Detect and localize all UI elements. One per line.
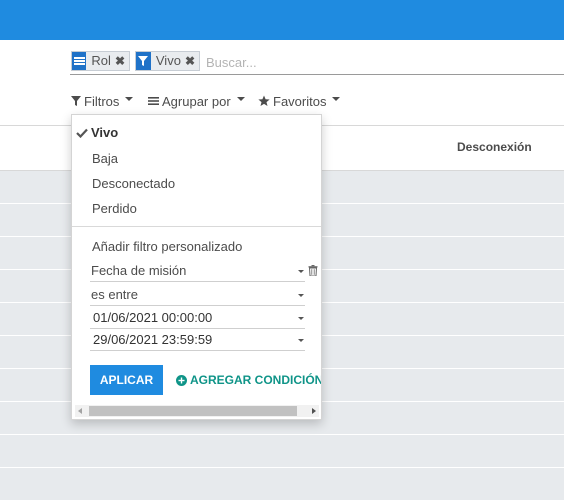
groupby-label: Agrupar por (162, 93, 231, 109)
condition-start-date-value: 01/06/2021 00:00:00 (93, 310, 213, 325)
close-icon[interactable]: ✖ (115, 52, 129, 70)
divider (72, 226, 321, 227)
scrollbar-thumb[interactable] (89, 406, 297, 416)
caret-down-icon (125, 97, 134, 101)
apply-button[interactable]: APLICAR (90, 365, 163, 395)
caret-down-icon (298, 294, 304, 297)
filters-dropdown-menu: Vivo Baja Desconectado Perdido Añadir fi… (71, 114, 322, 420)
scroll-right-icon[interactable] (312, 408, 316, 414)
star-icon (258, 95, 270, 107)
filters-toggle[interactable]: Filtros (71, 92, 134, 110)
column-header-desconexion[interactable]: Desconexión (457, 140, 532, 154)
horizontal-scrollbar[interactable] (75, 405, 319, 417)
facet-rol: Rol ✖ (71, 51, 130, 71)
search-bar: Rol ✖ Vivo ✖ (70, 50, 564, 75)
condition-field-select[interactable]: Fecha de misión (90, 261, 305, 282)
facet-label: Rol (91, 53, 111, 68)
add-custom-filter[interactable]: Añadir filtro personalizado (92, 239, 242, 254)
filter-option-vivo[interactable]: Vivo (76, 125, 118, 140)
table-row[interactable] (0, 468, 564, 501)
condition-end-date-value: 29/06/2021 23:59:59 (93, 332, 213, 347)
facet-vivo: Vivo ✖ (135, 51, 200, 71)
add-condition-button[interactable]: AGREGAR CONDICIÓN (176, 373, 322, 387)
list-icon (72, 52, 87, 70)
list-icon (148, 96, 159, 106)
filters-label: Filtros (84, 93, 120, 109)
top-navbar (0, 0, 564, 40)
condition-operator-select[interactable]: es entre (90, 285, 305, 306)
filter-option-desconectado[interactable]: Desconectado (92, 176, 175, 191)
facet-label: Vivo (155, 53, 181, 68)
scroll-left-icon[interactable] (78, 408, 82, 414)
check-icon (76, 128, 88, 138)
condition-operator-value: es entre (91, 287, 138, 302)
favorites-toggle[interactable]: Favoritos (258, 92, 341, 110)
filter-option-label: Vivo (91, 125, 119, 140)
filter-option-perdido[interactable]: Perdido (92, 201, 137, 216)
close-icon[interactable]: ✖ (185, 52, 199, 70)
favorites-label: Favoritos (273, 93, 327, 109)
trash-icon[interactable] (308, 265, 318, 276)
groupby-toggle[interactable]: Agrupar por (148, 92, 245, 110)
filter-icon (71, 96, 81, 106)
search-input[interactable] (206, 52, 556, 72)
filter-icon (136, 52, 151, 70)
caret-down-icon (332, 97, 341, 101)
caret-down-icon (298, 270, 304, 273)
caret-down-icon (298, 317, 304, 320)
plus-circle-icon (176, 374, 187, 386)
filter-option-baja[interactable]: Baja (92, 151, 118, 166)
table-row[interactable] (0, 435, 564, 468)
condition-end-date-input[interactable]: 29/06/2021 23:59:59 (90, 330, 305, 351)
caret-down-icon (236, 97, 245, 101)
add-condition-label: AGREGAR CONDICIÓN (190, 373, 322, 387)
condition-field-value: Fecha de misión (91, 263, 187, 278)
condition-start-date-input[interactable]: 01/06/2021 00:00:00 (90, 308, 305, 329)
caret-down-icon (298, 339, 304, 342)
